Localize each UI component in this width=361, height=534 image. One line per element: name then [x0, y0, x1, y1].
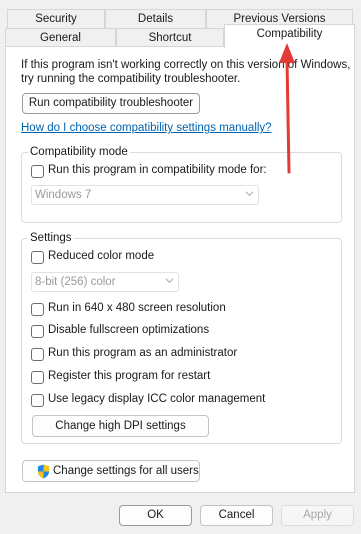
register-restart-checkbox[interactable]: [31, 371, 44, 384]
compatibility-panel: If this program isn't working correctly …: [5, 46, 355, 493]
compatibility-mode-legend: Compatibility mode: [28, 146, 130, 158]
disable-fullscreen-label: Disable fullscreen optimizations: [48, 324, 210, 336]
change-dpi-settings-button[interactable]: Change high DPI settings: [32, 415, 209, 437]
reduced-color-label: Reduced color mode: [48, 250, 155, 262]
settings-legend: Settings: [28, 232, 74, 244]
tab-details[interactable]: Details: [105, 9, 206, 29]
resolution-640-checkbox[interactable]: [31, 303, 44, 316]
apply-button[interactable]: Apply: [281, 505, 354, 526]
change-all-users-button[interactable]: Change settings for all users: [22, 460, 200, 482]
change-all-users-label: Change settings for all users: [53, 465, 199, 477]
color-depth-select[interactable]: 8-bit (256) color: [31, 272, 179, 292]
legacy-icc-checkbox[interactable]: [31, 394, 44, 407]
color-depth-value: 8-bit (256) color: [35, 276, 116, 288]
disable-fullscreen-checkbox[interactable]: [31, 325, 44, 338]
manual-settings-help-link[interactable]: How do I choose compatibility settings m…: [21, 122, 272, 134]
cancel-button[interactable]: Cancel: [200, 505, 273, 526]
compatibility-os-value: Windows 7: [35, 189, 92, 201]
tab-shortcut[interactable]: Shortcut: [116, 28, 224, 48]
compatibility-mode-label: Run this program in compatibility mode f…: [48, 164, 267, 176]
register-restart-label: Register this program for restart: [48, 370, 211, 382]
tab-compatibility[interactable]: Compatibility: [224, 24, 355, 48]
chevron-down-icon: [245, 191, 254, 197]
resolution-640-label: Run in 640 x 480 screen resolution: [48, 302, 226, 314]
intro-text-line2: try running the compatibility troublesho…: [21, 73, 241, 85]
shield-icon: [37, 464, 50, 479]
run-troubleshooter-button[interactable]: Run compatibility troubleshooter: [22, 93, 200, 114]
ok-button[interactable]: OK: [119, 505, 192, 526]
tab-general[interactable]: General: [5, 28, 116, 48]
intro-text-line1: If this program isn't working correctly …: [21, 59, 351, 71]
chevron-down-icon: [165, 278, 174, 284]
run-as-admin-checkbox[interactable]: [31, 348, 44, 361]
settings-group: [21, 238, 342, 444]
legacy-icc-label: Use legacy display ICC color management: [48, 393, 266, 405]
compatibility-os-select[interactable]: Windows 7: [31, 185, 259, 205]
tab-security[interactable]: Security: [7, 9, 105, 29]
reduced-color-checkbox[interactable]: [31, 251, 44, 264]
run-as-admin-label: Run this program as an administrator: [48, 347, 238, 359]
compatibility-mode-checkbox[interactable]: [31, 165, 44, 178]
